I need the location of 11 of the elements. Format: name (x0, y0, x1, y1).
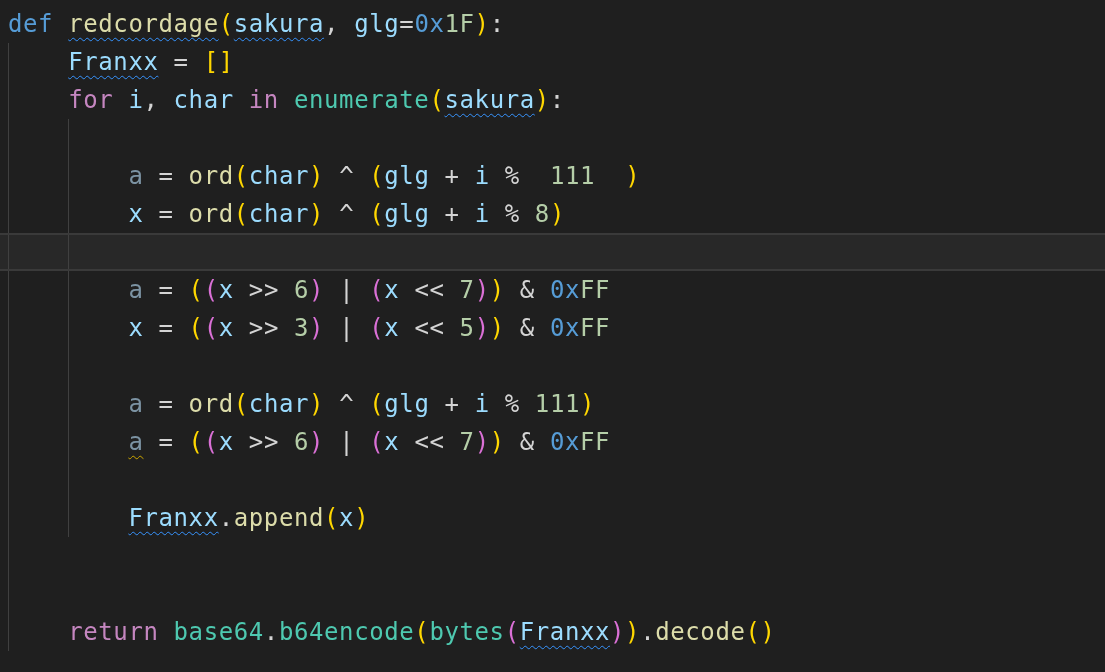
code-line: a = ((x >> 6) | (x << 7)) & 0xFF (128, 427, 611, 458)
code-line: Franxx = [] (68, 47, 234, 78)
code-line: for i, char in enumerate(sakura): (68, 85, 565, 116)
code-line: x = ((x >> 3) | (x << 5)) & 0xFF (128, 313, 611, 344)
code-line: a = ord(char) ^ (glg + i % 111) (128, 389, 596, 420)
code-line: Franxx.append(x) (128, 503, 370, 534)
code-line: def redcordage(sakura, glg=0x1F): (8, 9, 505, 40)
code-line: return base64.b64encode(bytes(Franxx)).decode() (68, 617, 776, 648)
code-line: a = ord(char) ^ (glg + i % 111 ) (128, 161, 641, 192)
code-line: a = ((x >> 6) | (x << 7)) & 0xFF (128, 275, 611, 306)
code-line: x = ord(char) ^ (glg + i % 8) (128, 199, 565, 230)
